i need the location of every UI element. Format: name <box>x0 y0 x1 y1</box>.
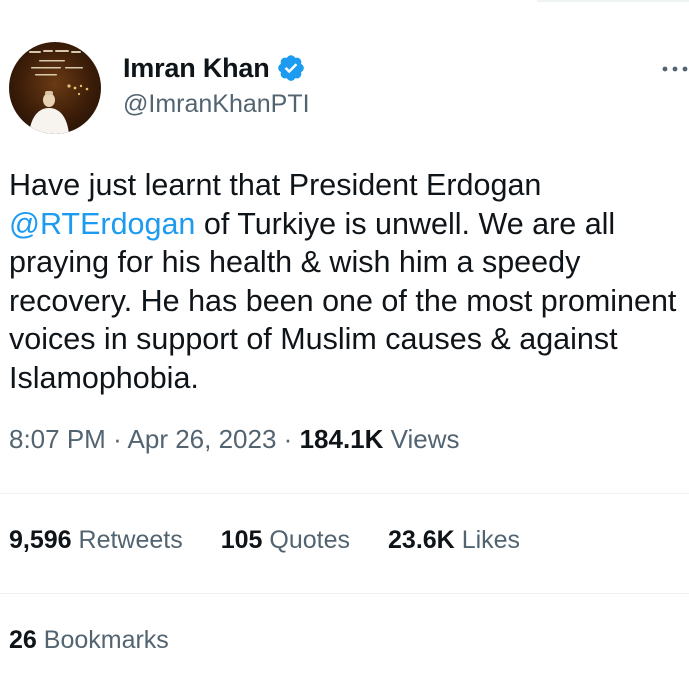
author-row: Imran Khan <box>123 50 306 86</box>
author-handle[interactable]: @ImranKhanPTI <box>123 90 310 119</box>
likes-stat[interactable]: 23.6K Likes <box>388 526 520 555</box>
divider <box>0 593 689 594</box>
avatar-image <box>29 50 89 134</box>
likes-label: Likes <box>461 526 521 554</box>
bookmarks-count: 26 <box>9 626 37 654</box>
tweet-time[interactable]: 8:07 PM <box>9 424 106 454</box>
tweet-detail: Imran Khan @ImranKhanPTI Have just learn… <box>0 0 689 689</box>
retweets-stat[interactable]: 9,596 Retweets <box>9 526 183 555</box>
tweet-date[interactable]: Apr 26, 2023 <box>128 424 277 454</box>
bookmarks-stat[interactable]: 26 Bookmarks <box>9 626 169 655</box>
author-name[interactable]: Imran Khan <box>123 53 270 84</box>
likes-count: 23.6K <box>388 526 455 554</box>
tweet-text: Have just learnt that President Erdogan … <box>9 166 689 397</box>
more-options-icon[interactable] <box>660 54 689 84</box>
quotes-stat[interactable]: 105 Quotes <box>221 526 350 555</box>
meta-separator: · <box>113 424 122 454</box>
quotes-count: 105 <box>220 526 263 554</box>
retweets-count: 9,596 <box>9 526 72 554</box>
avatar[interactable] <box>9 42 101 134</box>
top-divider <box>537 0 689 2</box>
engagement-stats: 9,596 Retweets 105 Quotes 23.6K Likes <box>9 526 558 555</box>
verified-badge-icon <box>276 53 306 83</box>
tweet-text-start: Have just learnt that President Erdogan <box>9 168 542 202</box>
quotes-label: Quotes <box>269 526 351 554</box>
views-count: 184.1K <box>299 424 384 454</box>
meta-separator: · <box>283 424 293 454</box>
bookmarks-label: Bookmarks <box>43 626 169 654</box>
retweets-label: Retweets <box>78 526 183 554</box>
tweet-meta: 8:07 PM · Apr 26, 2023 · 184.1K Views <box>9 424 460 455</box>
views-label: Views <box>390 424 460 454</box>
mention-link[interactable]: @RTErdogan <box>9 207 195 241</box>
divider <box>0 493 689 494</box>
